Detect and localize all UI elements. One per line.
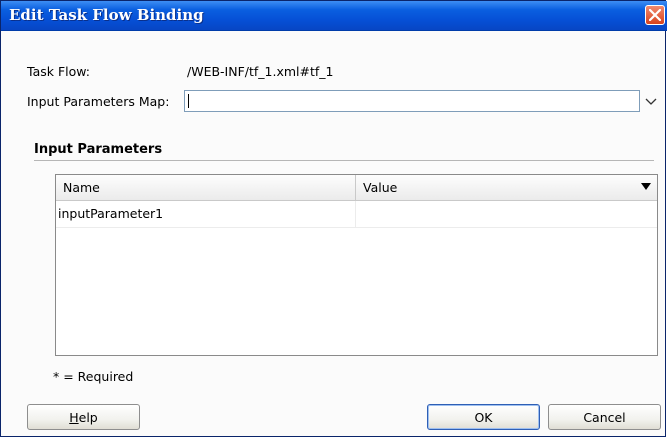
task-flow-label: Task Flow: [27,64,91,79]
help-button[interactable]: Help [27,404,140,430]
input-parameters-map-field[interactable] [184,90,640,112]
input-parameters-map-label: Input Parameters Map: [27,94,170,109]
ok-button[interactable]: OK [427,404,540,430]
edit-task-flow-binding-dialog: Edit Task Flow Binding Task Flow: /WEB-I… [0,0,667,437]
help-label-rest: elp [78,410,98,425]
close-icon [649,9,661,21]
text-caret [188,94,189,108]
input-parameters-heading: Input Parameters [34,142,163,157]
cancel-button[interactable]: Cancel [548,404,661,430]
task-flow-value: /WEB-INF/tf_1.xml#tf_1 [187,64,334,79]
help-mnemonic: H [69,410,79,425]
column-header-name[interactable]: Name [56,175,356,200]
triangle-down-icon[interactable] [641,183,651,191]
section-divider [34,160,654,161]
parameter-name-cell[interactable]: inputParameter1 [56,201,356,227]
required-note: * = Required [53,369,134,384]
parameter-value-cell[interactable] [356,201,656,227]
title-bar[interactable]: Edit Task Flow Binding [1,1,667,31]
input-parameters-table[interactable]: Name Value inputParameter1 [55,174,658,356]
table-row[interactable]: inputParameter1 [56,201,657,228]
close-button[interactable] [645,5,665,25]
dialog-title: Edit Task Flow Binding [9,6,204,24]
input-parameters-map-dropdown-button[interactable] [643,93,659,109]
table-header: Name Value [56,175,657,201]
chevron-down-icon [645,98,657,105]
column-header-value[interactable]: Value [356,175,641,200]
